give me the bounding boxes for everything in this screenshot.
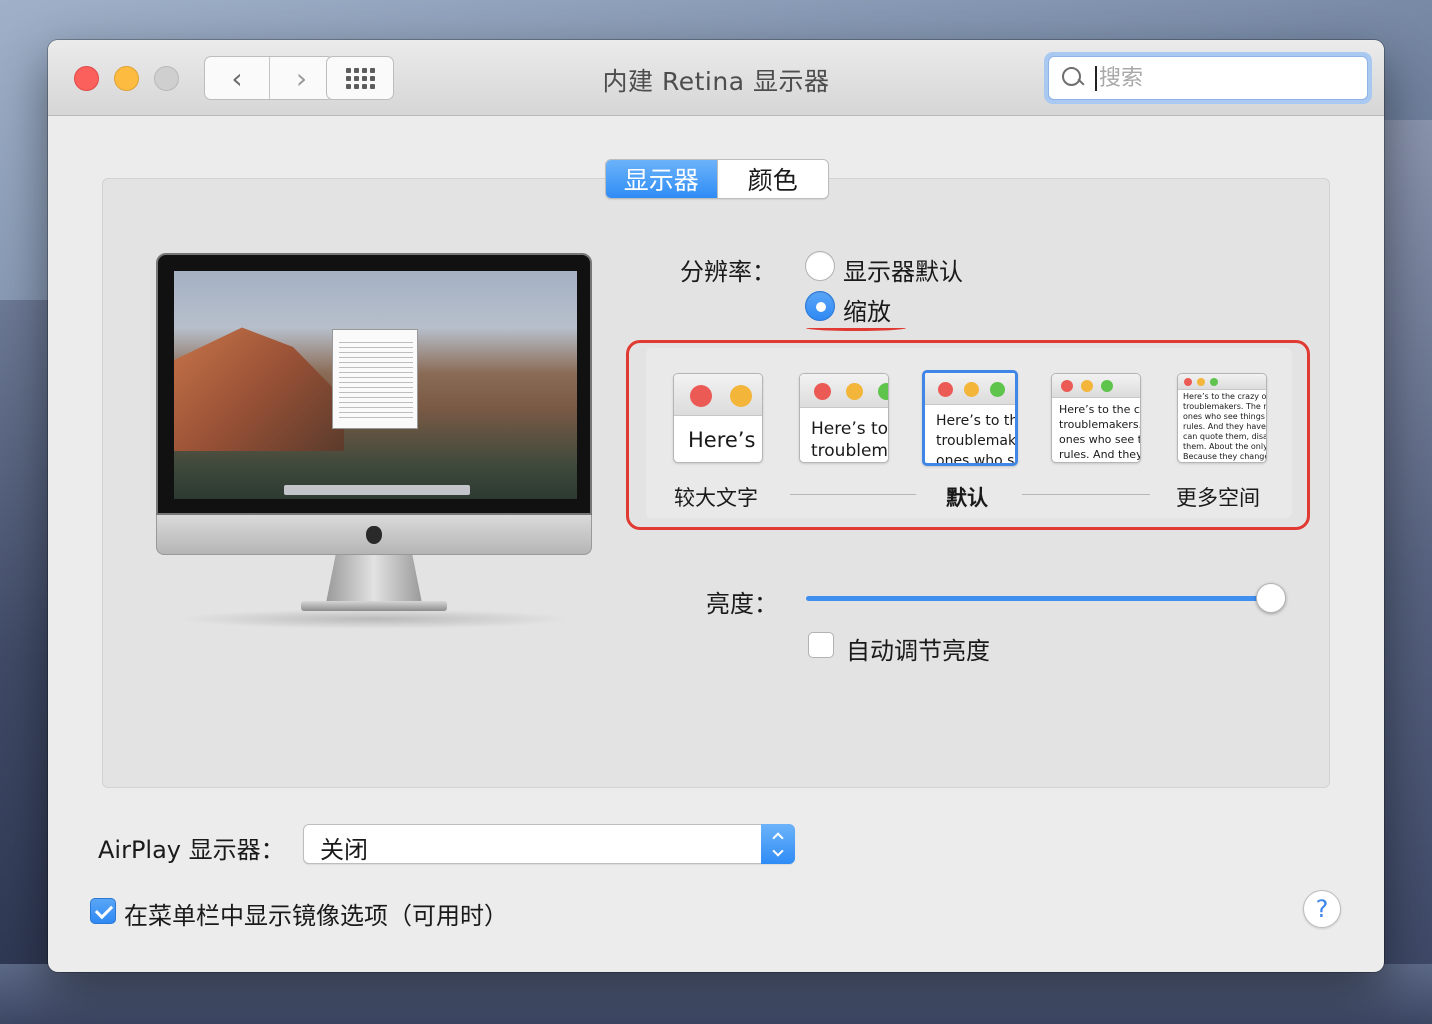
scale-option-more-space[interactable]: Here’s to the crazy one troublemakers. T…: [1177, 373, 1267, 463]
imac-illustration: [156, 253, 592, 629]
preferences-window: ‹ › 内建 Retina 显示器 显示器 颜色: [48, 40, 1384, 972]
scale-preview-text: Here’s to the cr troublemakers. ones who…: [1059, 403, 1141, 461]
search-icon: [1061, 66, 1085, 90]
option-scaled-label: 缩放: [843, 298, 891, 326]
search-field[interactable]: [1044, 52, 1372, 104]
scale-preview-text: Here’s to the crazy one troublemakers. T…: [1183, 392, 1267, 461]
airplay-display-select[interactable]: 关闭: [303, 824, 795, 864]
scale-preview-text: Here’s: [688, 428, 756, 452]
radio-scaled[interactable]: [805, 291, 835, 321]
tab-bar: 显示器 颜色: [605, 159, 829, 199]
brightness-label: 亮度：: [706, 590, 778, 618]
option-default-for-display-label: 显示器默认: [843, 258, 963, 286]
question-mark-icon: ?: [1315, 895, 1329, 923]
scale-option-4[interactable]: Here’s to the cr troublemakers. ones who…: [1051, 373, 1141, 463]
scale-option-larger-text[interactable]: Here’s: [673, 373, 763, 463]
scale-option-default[interactable]: Here’s to th troublemak ones who s: [922, 370, 1018, 466]
auto-brightness-label: 自动调节亮度: [846, 637, 990, 665]
default-label: 默认: [946, 486, 988, 510]
more-space-label: 更多空间: [1176, 486, 1260, 510]
airplay-selected-value: 关闭: [320, 836, 368, 864]
scale-option-2[interactable]: Here’s to troublem: [799, 373, 889, 463]
brightness-slider-knob[interactable]: [1256, 583, 1286, 613]
scale-preview-text: Here’s to th troublemak ones who s: [936, 413, 1018, 466]
auto-brightness-checkbox[interactable]: [808, 632, 834, 658]
apple-logo-icon: [366, 525, 382, 544]
annotation-underline: [806, 325, 906, 331]
updown-chevron-icon: [761, 824, 795, 864]
show-mirroring-label: 在菜单栏中显示镜像选项（可用时）: [124, 902, 508, 930]
brightness-slider-track[interactable]: [806, 596, 1272, 601]
tab-display[interactable]: 显示器: [606, 160, 717, 198]
scale-preview-text: Here’s to troublem: [811, 419, 889, 461]
larger-text-label: 较大文字: [674, 486, 758, 510]
radio-default-for-display[interactable]: [805, 251, 835, 281]
tab-color[interactable]: 颜色: [716, 160, 828, 198]
search-input[interactable]: [1095, 65, 1345, 91]
airplay-label: AirPlay 显示器：: [98, 836, 285, 864]
scale-track-right: [1022, 494, 1150, 495]
help-button[interactable]: ?: [1303, 890, 1341, 928]
resolution-label: 分辨率：: [680, 258, 776, 286]
scale-track-left: [790, 494, 916, 495]
desktop-background-bottom: [0, 964, 1432, 1024]
show-mirroring-checkbox[interactable]: [90, 898, 116, 924]
title-bar: ‹ › 内建 Retina 显示器: [48, 40, 1384, 116]
